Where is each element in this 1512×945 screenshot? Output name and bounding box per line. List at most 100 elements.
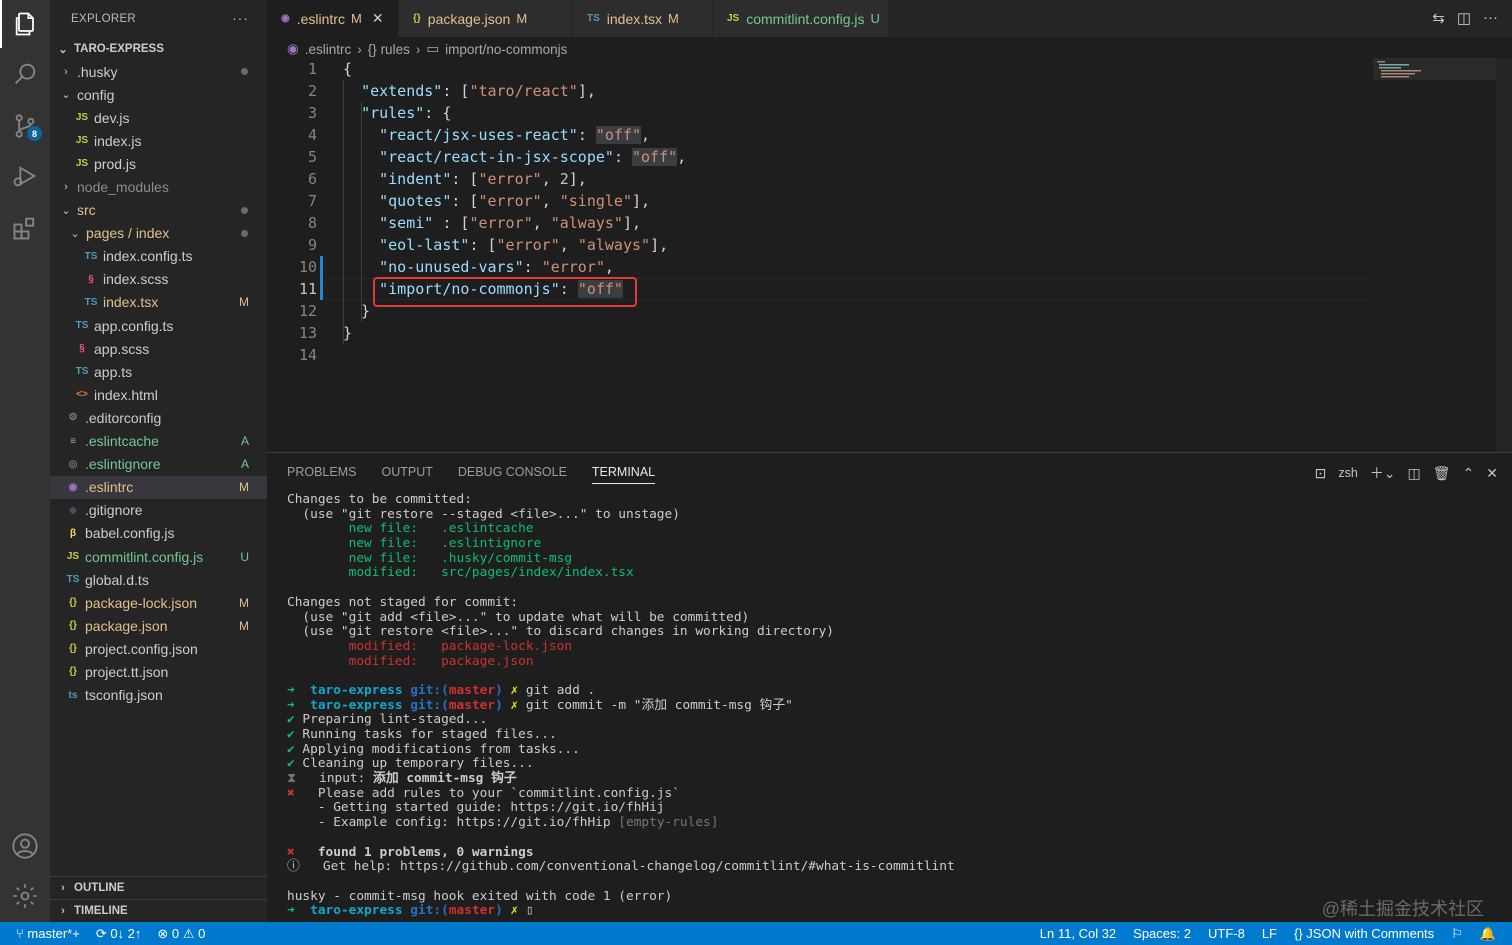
workspace-root[interactable]: ⌄ TARO-EXPRESS: [50, 38, 267, 60]
tab-label: commitlint.config.js: [746, 10, 865, 27]
tree-item[interactable]: § index.scss: [50, 268, 267, 291]
tree-item[interactable]: {} package-lock.json M: [50, 591, 267, 614]
terminal-line: (use "git restore <file>..." to discard …: [287, 624, 955, 640]
code-token: "semi": [379, 214, 434, 232]
tree-item[interactable]: › node_modules: [50, 175, 267, 198]
open-changes-icon[interactable]: ⇆: [1432, 9, 1445, 27]
tree-item[interactable]: TS index.config.ts: [50, 245, 267, 268]
run-debug-icon[interactable]: [0, 152, 50, 200]
tree-item[interactable]: ≡ .eslintcache A: [50, 430, 267, 453]
timeline-section[interactable]: › TIMELINE: [50, 899, 267, 922]
tree-item[interactable]: ◆ .gitignore: [50, 499, 267, 522]
editor-tab[interactable]: TS index.tsx M: [573, 0, 713, 37]
terminal-shell-label[interactable]: zsh: [1338, 466, 1357, 480]
modified-dot-indicator: [241, 206, 248, 214]
notifications-bell-icon[interactable]: 🔔: [1480, 926, 1496, 942]
tree-item[interactable]: ⌄ pages / index: [50, 222, 267, 245]
code-token: "error": [541, 258, 605, 276]
tree-item[interactable]: ◎ .eslintignore A: [50, 453, 267, 476]
new-terminal-icon[interactable]: ＋⌄: [1370, 463, 1396, 483]
terminal-text: Changes to be committed:: [287, 492, 472, 507]
split-editor-icon[interactable]: ◫: [1457, 9, 1471, 27]
tree-item[interactable]: ⌄ config: [50, 83, 267, 106]
workspace-root-label: TARO-EXPRESS: [74, 43, 164, 55]
explorer-sidebar: EXPLORER ··· ⌄ TARO-EXPRESS › .husky ⌄ conf…: [50, 0, 267, 922]
tree-item[interactable]: ts tsconfig.json: [50, 684, 267, 707]
tab-debug-console[interactable]: DEBUG CONSOLE: [458, 465, 567, 484]
terminal-line: new file: .husky/commit-msg: [287, 551, 955, 567]
tab-terminal[interactable]: TERMINAL: [591, 465, 656, 484]
tree-item[interactable]: {} project.tt.json: [50, 660, 267, 683]
watermark: @稀土掘金技术社区: [1321, 899, 1484, 919]
editor-tab[interactable]: JS commitlint.config.js U: [713, 0, 889, 37]
close-panel-icon[interactable]: ✕: [1486, 465, 1498, 482]
tree-item[interactable]: TS global.d.ts: [50, 568, 267, 591]
tree-item[interactable]: § app.scss: [50, 337, 267, 360]
source-control-icon[interactable]: 8: [0, 102, 50, 150]
search-icon[interactable]: [0, 50, 50, 98]
maximize-panel-icon[interactable]: ⌃: [1463, 465, 1475, 482]
code-lines[interactable]: { "extends": ["taro/react"], "rules": { …: [343, 58, 686, 366]
tree-item[interactable]: ◉ .eslintrc M: [50, 475, 267, 499]
cursor-position[interactable]: Ln 11, Col 32: [1040, 926, 1116, 941]
tree-item[interactable]: ⚙ .editorconfig: [50, 406, 267, 429]
close-icon[interactable]: ✕: [372, 10, 384, 27]
file-type-icon: JS: [66, 551, 80, 563]
tree-item[interactable]: <> index.html: [50, 383, 267, 406]
problems-indicator[interactable]: ⊗ 0 ⚠ 0: [157, 926, 205, 942]
code-line: "semi" : ["error", "always"],: [343, 212, 686, 234]
account-icon[interactable]: [0, 822, 50, 870]
code-token: "no-unused-vars": [379, 258, 524, 276]
settings-gear-icon[interactable]: [0, 872, 50, 920]
file-type-icon: TS: [66, 574, 80, 586]
editor-tab[interactable]: {} package.json M: [399, 0, 573, 37]
sync-indicator[interactable]: ⟳ 0↓ 2↑: [96, 926, 142, 942]
tree-item[interactable]: JS dev.js: [50, 106, 267, 129]
breadcrumb-rules[interactable]: {} rules: [368, 42, 410, 57]
tree-item[interactable]: {} project.config.json: [50, 637, 267, 660]
language-mode[interactable]: {} JSON with Comments: [1294, 926, 1434, 941]
split-terminal-icon[interactable]: ◫: [1408, 465, 1421, 482]
feedback-icon[interactable]: ⚐: [1451, 926, 1463, 942]
encoding[interactable]: UTF-8: [1208, 926, 1245, 941]
tree-item[interactable]: JS index.js: [50, 129, 267, 152]
extensions-icon[interactable]: [0, 204, 50, 252]
breadcrumb-rule[interactable]: import/no-commonjs: [445, 42, 567, 57]
editor-tab[interactable]: ◉ .eslintrc M ✕: [267, 0, 399, 37]
terminal-line: - Example config: https://git.io/fhHip […: [287, 815, 955, 831]
line-number: 3: [307, 104, 317, 122]
outline-section[interactable]: › OUTLINE: [50, 876, 267, 899]
minimap[interactable]: [1373, 58, 1497, 98]
tree-item[interactable]: ⌄ src: [50, 199, 267, 222]
terminal-text: modified: src/pages/index/index.tsx: [287, 565, 634, 581]
explorer-icon[interactable]: [0, 0, 50, 48]
editor-vertical-scrollbar[interactable]: [1496, 58, 1512, 452]
terminal-output[interactable]: Changes to be committed: (use "git resto…: [287, 492, 955, 919]
branch-indicator[interactable]: ⑂ master*+: [16, 926, 80, 941]
breadcrumb-file[interactable]: .eslintrc: [305, 42, 352, 57]
terminal-text: Cleaning up temporary files...: [302, 756, 534, 772]
tab-problems[interactable]: PROBLEMS: [287, 465, 356, 484]
indentation[interactable]: Spaces: 2: [1133, 926, 1191, 941]
more-actions-icon[interactable]: ···: [232, 10, 249, 26]
tree-item[interactable]: › .husky: [50, 60, 267, 83]
code-editor[interactable]: 1 2 3 4 5 6 7 8 9 10 11 12 13 14 { "extends": ["taro/…: [267, 58, 1512, 452]
terminal-text: taro-express: [310, 682, 411, 698]
tree-item[interactable]: TS app.ts: [50, 360, 267, 383]
editor-actions: ⇆ ◫ ···: [1432, 9, 1498, 27]
terminal-line: ✖ found 1 problems, 0 warnings: [287, 844, 955, 861]
line-ending[interactable]: LF: [1262, 926, 1277, 941]
terminal-text: Applying modifications from tasks...: [302, 741, 580, 757]
trash-icon[interactable]: 🗑: [1433, 465, 1451, 482]
tree-item[interactable]: JS commitlint.config.js U: [50, 545, 267, 568]
tree-item[interactable]: β babel.config.js: [50, 522, 267, 545]
tree-item[interactable]: TS index.tsx M: [50, 291, 267, 314]
tab-output[interactable]: OUTPUT: [381, 465, 432, 484]
more-actions-icon[interactable]: ···: [1483, 9, 1498, 27]
tree-item[interactable]: JS prod.js: [50, 152, 267, 175]
tree-item[interactable]: TS app.config.ts: [50, 314, 267, 337]
terminal-text: found 1 problems, 0 warnings: [302, 844, 534, 860]
tree-item[interactable]: {} package.json M: [50, 614, 267, 637]
